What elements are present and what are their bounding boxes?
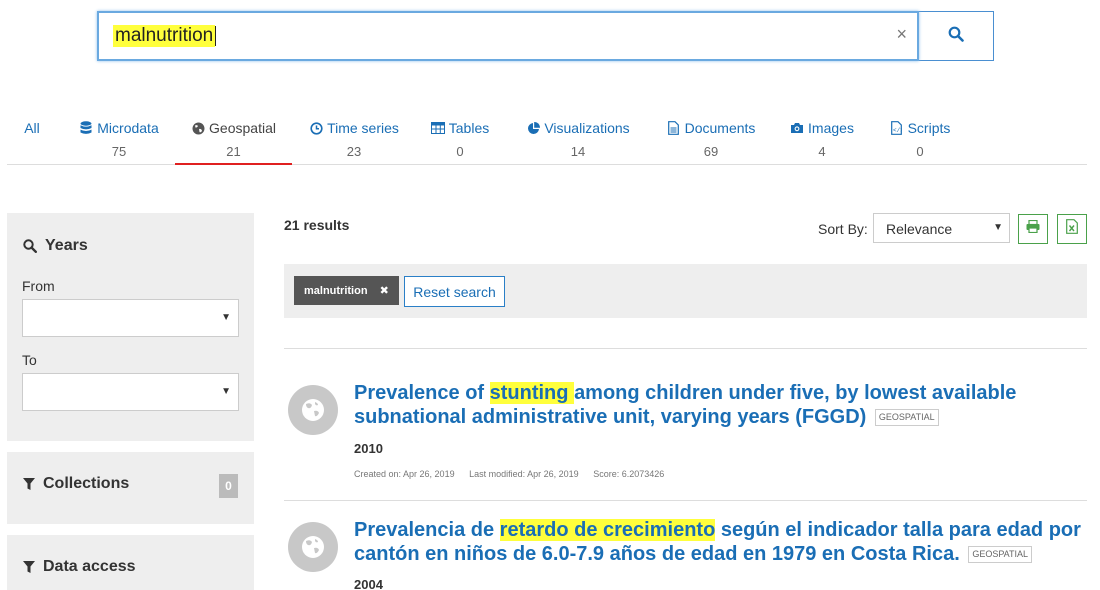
tab-label: Visualizations (544, 120, 630, 136)
tab-label: All (24, 120, 40, 136)
geospatial-globe-icon (288, 522, 338, 572)
active-filters-bar: malnutrition ✖ Reset search (284, 264, 1087, 318)
tab-scripts[interactable]: </> Scripts 0 (881, 112, 959, 165)
tab-label: Geospatial (209, 120, 276, 136)
search-icon (23, 239, 37, 253)
search-button[interactable] (919, 11, 994, 61)
remove-filter-icon[interactable]: ✖ (380, 284, 389, 297)
divider (284, 348, 1087, 349)
tab-geospatial[interactable]: Geospatial 21 (175, 112, 292, 165)
export-excel-button[interactable] (1057, 214, 1087, 244)
tab-label: Microdata (97, 120, 159, 136)
facet-collections[interactable]: Collections 0 (7, 452, 254, 524)
tab-label: Images (808, 120, 854, 136)
globe-icon (191, 121, 205, 135)
tab-count: 75 (111, 144, 127, 159)
results-count: 21 results (284, 217, 350, 233)
chevron-down-icon: ▼ (221, 312, 231, 323)
tab-documents[interactable]: Documents 69 (661, 112, 761, 165)
clock-icon (309, 121, 323, 135)
highlighted-term: retardo de crecimiento (499, 519, 716, 541)
facet-data-access[interactable]: Data access (7, 535, 254, 590)
data-type-tabs: All Microdata 75 Geospatial 21 Time seri… (7, 112, 1087, 165)
created-date: Created on: Apr 26, 2019 (354, 469, 455, 479)
filter-icon (23, 560, 35, 574)
tab-count: 4 (818, 144, 826, 159)
tab-time-series[interactable]: Time series 23 (305, 112, 403, 165)
tab-label: Tables (448, 120, 490, 136)
year-to-select[interactable]: ▼ (22, 373, 239, 411)
type-tag: GEOSPATIAL (874, 409, 939, 427)
excel-file-icon (1066, 219, 1078, 239)
tab-count: 21 (226, 144, 241, 159)
search-query-text: malnutrition (113, 25, 216, 47)
score: Score: 6.2073426 (593, 469, 665, 479)
filter-chip-label: malnutrition (304, 284, 368, 297)
facet-title: Years (23, 237, 88, 255)
tab-visualizations[interactable]: Visualizations 14 (519, 112, 637, 165)
tab-count: 0 (456, 144, 464, 159)
facet-collections-label: Collections (43, 475, 130, 492)
pie-chart-icon (526, 121, 540, 135)
geospatial-globe-icon (288, 385, 338, 435)
filter-chip-malnutrition[interactable]: malnutrition ✖ (294, 276, 399, 305)
tab-label: Documents (684, 120, 756, 136)
clear-search-icon[interactable]: × (896, 24, 907, 45)
tab-label: Scripts (907, 120, 951, 136)
search-icon (948, 26, 964, 47)
tab-tables[interactable]: Tables 0 (427, 112, 493, 165)
table-icon (430, 121, 445, 135)
print-icon (1026, 219, 1040, 238)
tab-images[interactable]: Images 4 (783, 112, 861, 165)
type-tag: GEOSPATIAL (968, 546, 1033, 564)
result-year: 2004 (354, 577, 383, 590)
search-input[interactable]: malnutrition × (97, 11, 919, 61)
facet-years: Years From ▼ To ▼ (7, 213, 254, 441)
tab-label: Time series (327, 120, 399, 136)
facet-title: Data access (23, 558, 136, 576)
result-title-link[interactable]: Prevalencia de retardo de crecimiento se… (354, 518, 1089, 566)
collections-count-badge: 0 (219, 474, 238, 498)
document-icon (667, 121, 681, 135)
chevron-down-icon: ▼ (993, 222, 1003, 233)
database-icon (79, 121, 93, 135)
tab-count: 23 (346, 144, 362, 159)
result-item: Prevalencia de retardo de crecimiento se… (284, 517, 1087, 590)
script-icon: </> (890, 121, 904, 135)
svg-text:</>: </> (893, 127, 902, 134)
result-meta: Created on: Apr 26, 2019 Last modified: … (354, 469, 676, 479)
tab-count: 0 (916, 144, 924, 159)
modified-date: Last modified: Apr 26, 2019 (469, 469, 579, 479)
tab-count: 14 (570, 144, 586, 159)
from-label: From (22, 278, 55, 294)
reset-search-button[interactable]: Reset search (404, 276, 505, 307)
search-bar: malnutrition × (97, 11, 994, 61)
facet-years-label: Years (45, 237, 88, 254)
to-label: To (22, 352, 37, 368)
sort-value: Relevance (886, 221, 953, 237)
tab-count: 69 (703, 144, 719, 159)
print-button[interactable] (1018, 214, 1048, 244)
text-caret (215, 26, 217, 46)
highlighted-term: stunting (489, 382, 575, 404)
title-text: Prevalence of (354, 382, 490, 404)
filter-icon (23, 477, 35, 491)
title-text: Prevalencia de (354, 519, 500, 541)
sort-label: Sort By: (818, 221, 868, 237)
tab-microdata[interactable]: Microdata 75 (71, 112, 167, 165)
tab-all[interactable]: All (7, 112, 57, 165)
result-year: 2010 (354, 441, 383, 456)
year-from-select[interactable]: ▼ (22, 299, 239, 337)
chevron-down-icon: ▼ (221, 386, 231, 397)
result-title-link[interactable]: Prevalence of stunting among children un… (354, 381, 1074, 429)
facet-data-access-label: Data access (43, 558, 136, 575)
facet-title: Collections (23, 475, 129, 493)
sort-select[interactable]: Relevance ▼ (873, 213, 1010, 243)
camera-icon (790, 121, 804, 135)
result-item: Prevalence of stunting among children un… (284, 380, 1087, 490)
divider (284, 500, 1087, 501)
